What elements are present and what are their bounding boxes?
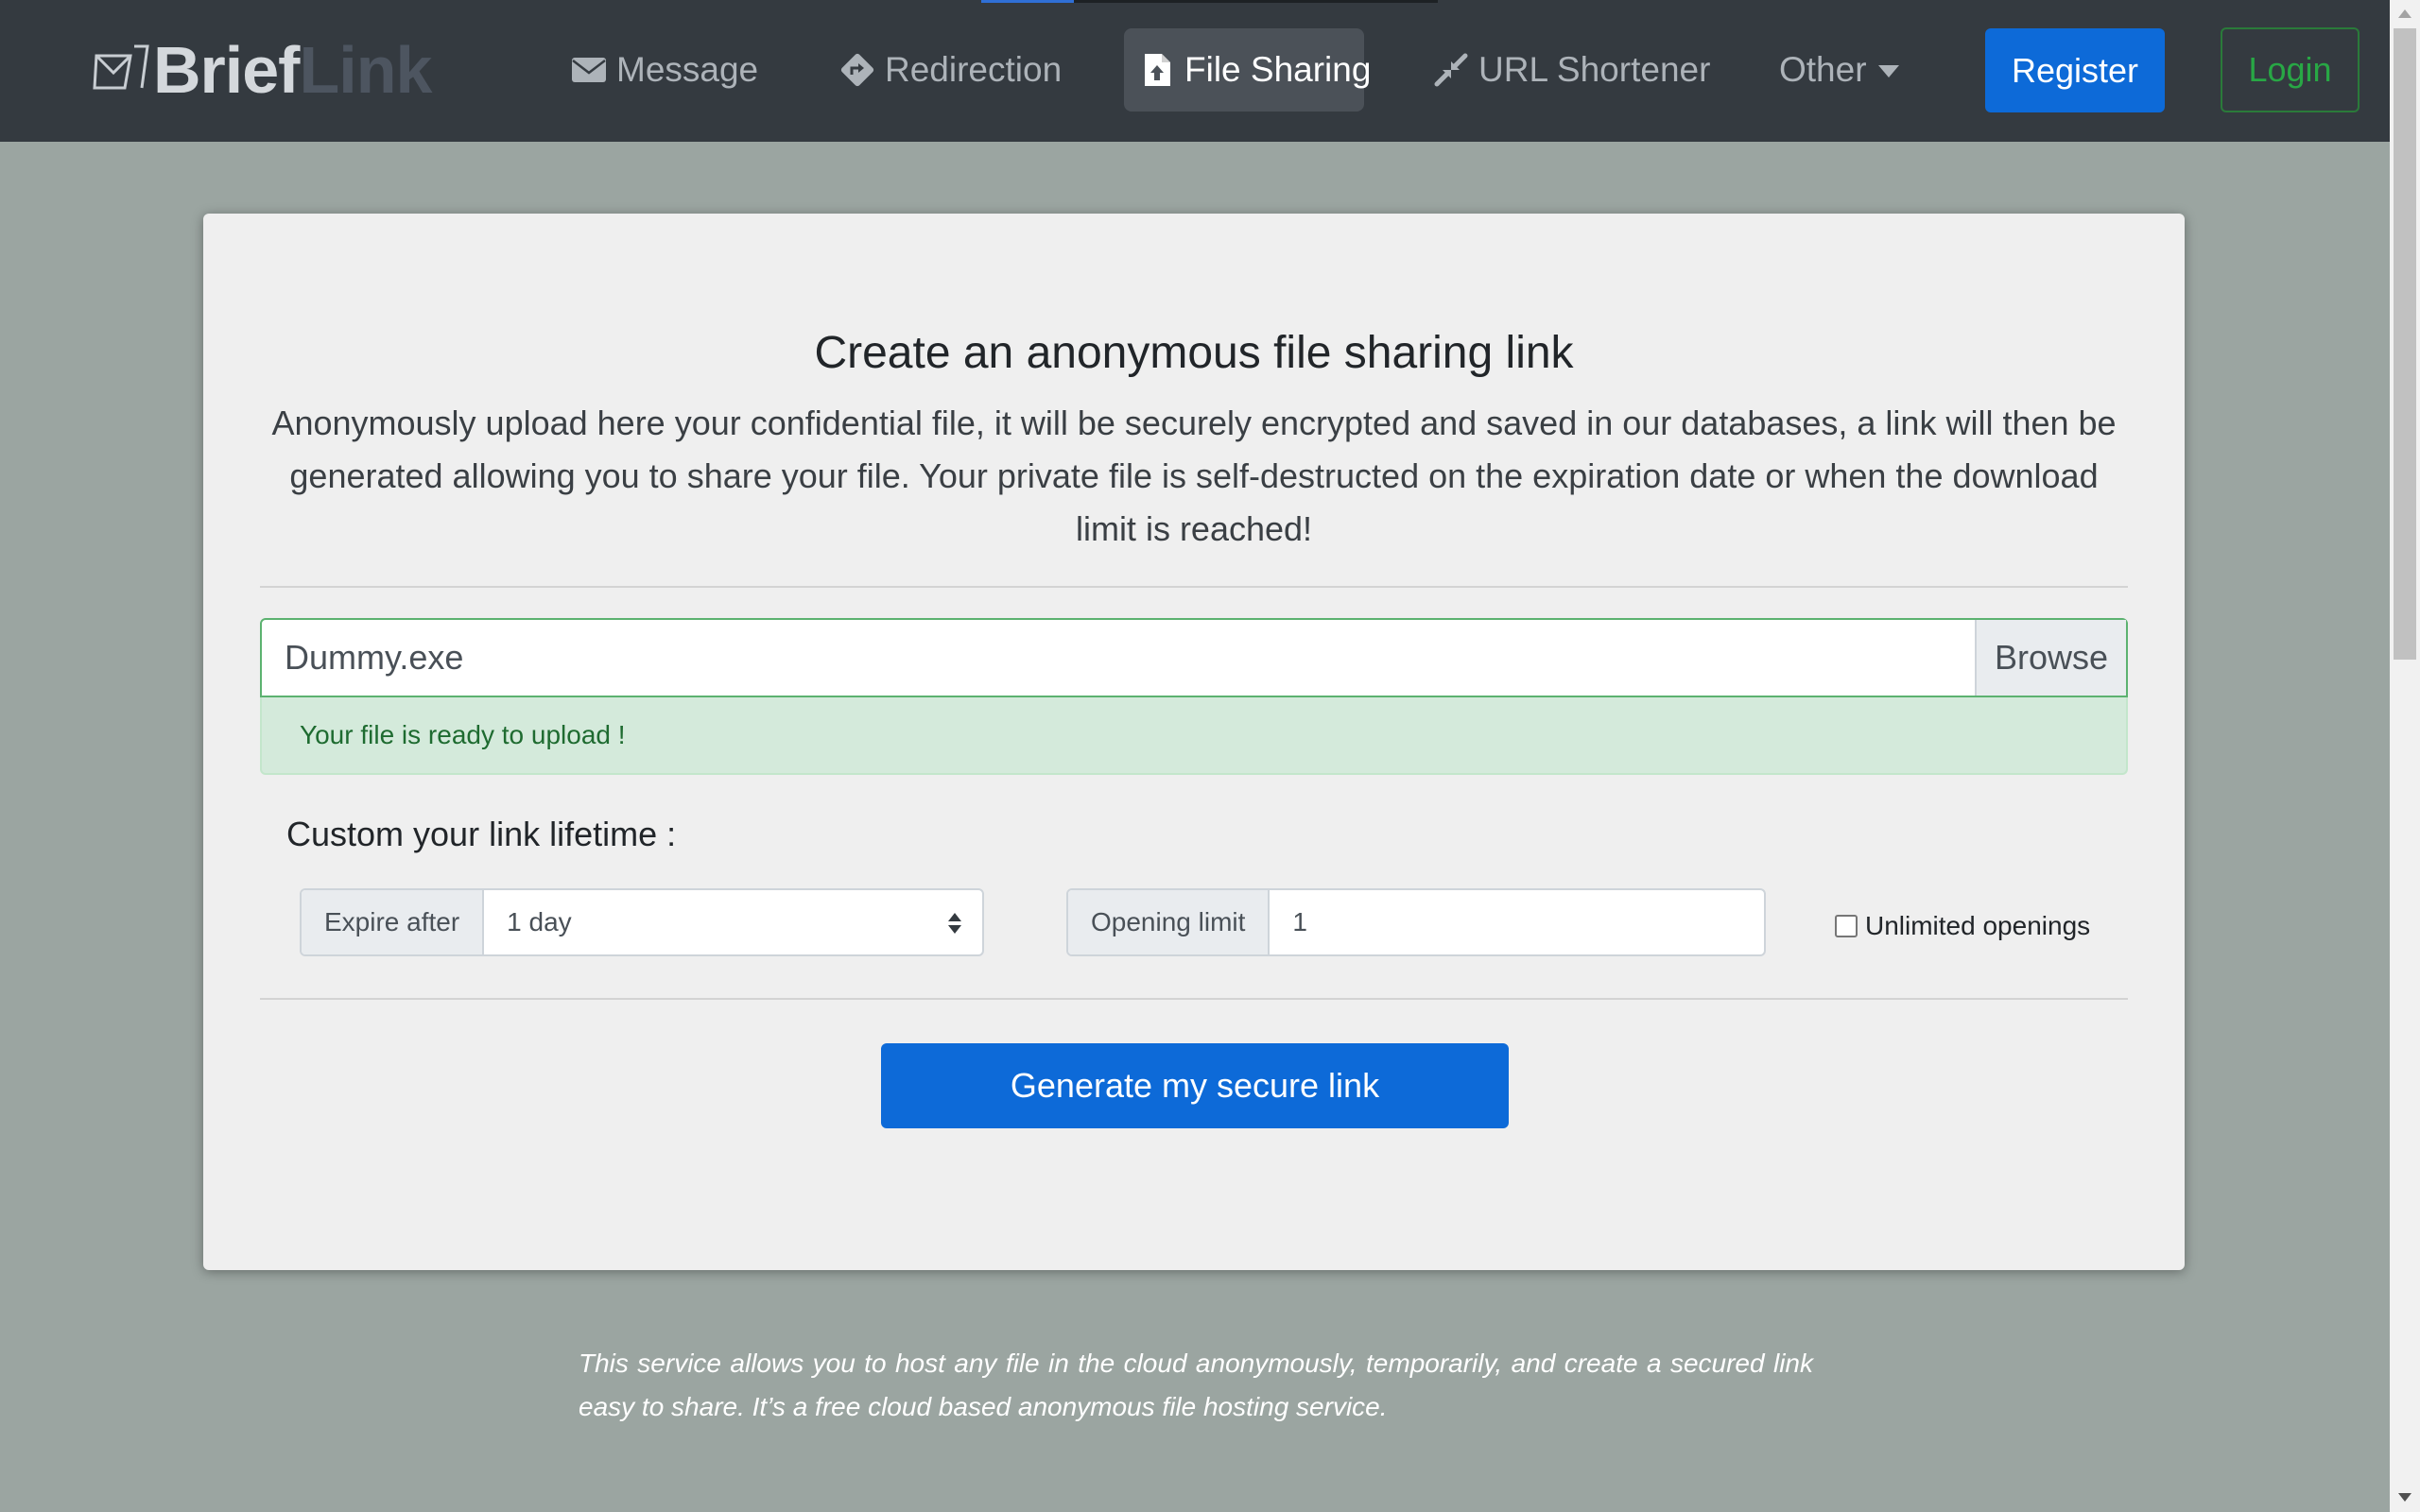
- nav-item-label: Other: [1779, 50, 1867, 89]
- nav-item-label: File Sharing: [1184, 50, 1372, 89]
- nav-item-url-shortener[interactable]: URL Shortener: [1418, 28, 1725, 112]
- navbar: BriefLink Message Redirection File Shari…: [0, 0, 2390, 142]
- top-accent-strip: [981, 0, 1074, 3]
- select-arrows-icon: [948, 913, 961, 936]
- nav-item-other-dropdown[interactable]: Other: [1764, 28, 1914, 112]
- opening-limit-input[interactable]: 1: [1270, 890, 1764, 954]
- scroll-up-arrow-icon[interactable]: [2398, 9, 2411, 18]
- top-accent-strip-dark: [1074, 0, 1438, 3]
- register-button[interactable]: Register: [1985, 28, 2165, 112]
- envelope-logo-icon: [93, 44, 149, 90]
- compress-arrows-icon: [1434, 53, 1468, 87]
- service-description: This service allows you to host any file…: [579, 1349, 1813, 1421]
- expire-after-group: Expire after 1 day: [300, 888, 984, 956]
- envelope-icon: [572, 58, 606, 82]
- brand-name: BriefLink: [153, 37, 432, 103]
- divider: [260, 586, 2128, 588]
- scrollbar-thumb[interactable]: [2394, 28, 2416, 660]
- nav-item-file-sharing[interactable]: File Sharing: [1124, 28, 1371, 112]
- expire-after-label: Expire after: [302, 890, 485, 954]
- expire-after-value: 1 day: [507, 907, 572, 936]
- nav-item-label: Message: [616, 50, 759, 89]
- nav-item-label: URL Shortener: [1478, 50, 1711, 89]
- file-input[interactable]: Dummy.exe Browse: [260, 618, 2128, 697]
- page-description: Anonymously upload here your confidentia…: [271, 404, 2117, 548]
- expire-after-select[interactable]: 1 day: [484, 890, 982, 954]
- unlimited-openings-label: Unlimited openings: [1865, 911, 2091, 940]
- generate-link-button[interactable]: Generate my secure link: [881, 1043, 1509, 1128]
- unlimited-openings-checkbox[interactable]: [1835, 915, 1858, 937]
- lifetime-heading: Custom your link lifetime :: [286, 815, 677, 853]
- caret-down-icon: [1877, 64, 1899, 77]
- direction-sign-icon: [840, 53, 874, 87]
- login-button[interactable]: Login: [2221, 27, 2360, 112]
- browse-button[interactable]: Browse: [1975, 620, 2126, 696]
- file-ready-alert: Your file is ready to upload !: [260, 697, 2128, 775]
- divider: [260, 998, 2128, 1000]
- unlimited-openings-option[interactable]: Unlimited openings: [1835, 911, 2090, 941]
- scroll-down-arrow-icon[interactable]: [2398, 1493, 2411, 1502]
- opening-limit-label: Opening limit: [1068, 890, 1270, 954]
- file-sharing-card: Create an anonymous file sharing link An…: [203, 214, 2185, 1270]
- brand-name-part1: Brief: [153, 33, 300, 107]
- nav-item-message[interactable]: Message: [556, 28, 773, 112]
- brand-name-part2: Link: [299, 33, 432, 107]
- brand-logo[interactable]: BriefLink: [93, 36, 432, 104]
- opening-limit-group: Opening limit 1: [1066, 888, 1766, 956]
- vertical-scrollbar[interactable]: [2390, 0, 2420, 1512]
- nav-item-redirection[interactable]: Redirection: [824, 28, 1077, 112]
- nav-item-label: Redirection: [885, 50, 1063, 89]
- page-title: Create an anonymous file sharing link: [814, 328, 1574, 378]
- file-name-field[interactable]: Dummy.exe: [262, 620, 1975, 696]
- file-upload-icon: [1145, 54, 1170, 86]
